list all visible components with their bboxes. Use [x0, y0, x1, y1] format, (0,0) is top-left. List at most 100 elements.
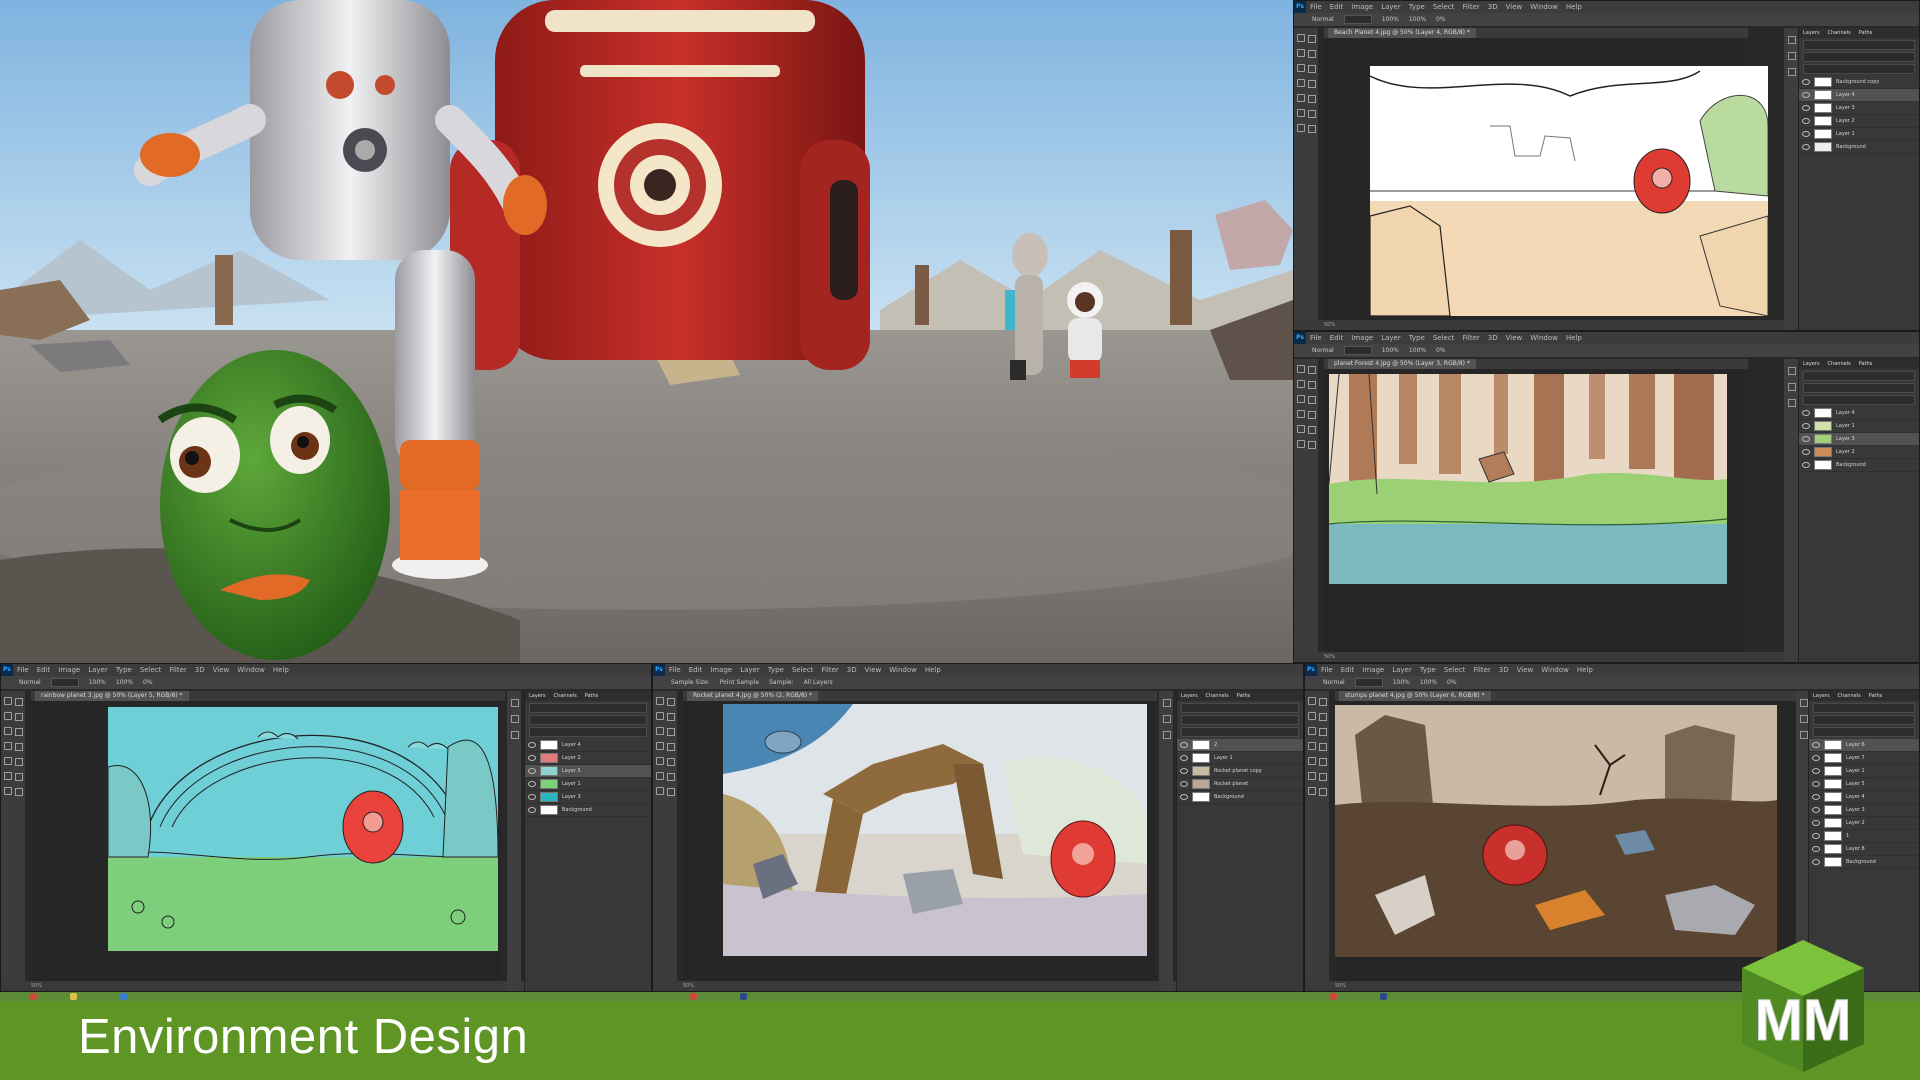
layer-row[interactable]: Layer 3 [1809, 804, 1919, 817]
layer-row[interactable]: Layer 2 [1799, 446, 1919, 459]
layer-row[interactable]: Layer 2 [1799, 115, 1919, 128]
eraser-tool-icon[interactable] [4, 757, 12, 765]
adjust-icon[interactable] [1788, 68, 1796, 76]
menu-view[interactable]: View [1506, 334, 1523, 342]
move-tool-icon[interactable] [1297, 34, 1305, 42]
text-tool-icon[interactable] [1319, 773, 1327, 781]
layer-row[interactable]: Background [1809, 856, 1919, 869]
menu-image[interactable]: Image [710, 666, 732, 674]
marquee-tool-icon[interactable] [15, 698, 23, 706]
tab-paths[interactable]: Paths [1859, 30, 1873, 36]
brush-tool-icon[interactable] [656, 742, 664, 750]
menu-file[interactable]: File [669, 666, 681, 674]
move-tool-icon[interactable] [1297, 365, 1305, 373]
opacity-value[interactable]: 100% [1382, 16, 1399, 23]
mode-field[interactable] [50, 678, 79, 687]
zoom-tool-icon[interactable] [1308, 125, 1316, 133]
menu-file[interactable]: File [1321, 666, 1333, 674]
stamp-tool-icon[interactable] [1308, 80, 1316, 88]
taskbar-app-icon[interactable] [740, 993, 747, 1000]
taskbar-app-icon[interactable] [690, 993, 697, 1000]
layer-row[interactable]: Layer 1 [525, 778, 651, 791]
layer-row[interactable]: Layer 2 [525, 752, 651, 765]
document-tab[interactable]: Rocket planet 4.jpg @ 50% (2, RGB/8) * [687, 691, 819, 701]
layer-row[interactable]: Layer 4 [1809, 791, 1919, 804]
eraser-tool-icon[interactable] [1297, 425, 1305, 433]
visibility-eye-icon[interactable] [1812, 859, 1820, 865]
layer-row-selected[interactable]: Layer 3 [1799, 433, 1919, 446]
menu-filter[interactable]: Filter [1462, 3, 1479, 11]
smoothing-value[interactable]: 0% [1436, 16, 1446, 23]
visibility-eye-icon[interactable] [1802, 118, 1810, 124]
menu-edit[interactable]: Edit [1330, 334, 1344, 342]
visibility-eye-icon[interactable] [1180, 768, 1188, 774]
visibility-eye-icon[interactable] [1812, 846, 1820, 852]
stamp-tool-icon[interactable] [667, 743, 675, 751]
text-tool-icon[interactable] [1308, 441, 1316, 449]
document-tab[interactable]: planet Forest 4.jpg @ 50% (Layer 3, RGB/… [1328, 359, 1476, 369]
wand-tool-icon[interactable] [15, 713, 23, 721]
eraser-tool-icon[interactable] [656, 757, 664, 765]
document-tab[interactable]: rainbow planet 3.jpg @ 50% (Layer 5, RGB… [35, 691, 189, 701]
menu-edit[interactable]: Edit [689, 666, 703, 674]
mode-label[interactable]: Normal [1312, 347, 1334, 354]
crop-tool-icon[interactable] [4, 727, 12, 735]
visibility-eye-icon[interactable] [1802, 436, 1810, 442]
layer-row[interactable]: Layer 1 [1809, 765, 1919, 778]
tab-layers[interactable]: Layers [1803, 30, 1820, 36]
visibility-eye-icon[interactable] [528, 768, 536, 774]
document-tab[interactable]: Beach Planet 4.jpg @ 50% (Layer 4, RGB/8… [1328, 28, 1476, 38]
taskbar-app-icon[interactable] [1380, 993, 1387, 1000]
visibility-eye-icon[interactable] [528, 794, 536, 800]
menu-image[interactable]: Image [1362, 666, 1384, 674]
visibility-eye-icon[interactable] [1812, 807, 1820, 813]
adjust-icon[interactable] [1800, 731, 1808, 739]
visibility-eye-icon[interactable] [1812, 833, 1820, 839]
menu-3d[interactable]: 3D [1499, 666, 1509, 674]
visibility-eye-icon[interactable] [1802, 410, 1810, 416]
menu-3d[interactable]: 3D [195, 666, 205, 674]
rocket-planet-canvas[interactable] [723, 704, 1147, 956]
lock-controls[interactable] [1803, 395, 1915, 405]
blend-mode-select[interactable] [1803, 383, 1915, 393]
tab-layers[interactable]: Layers [1813, 693, 1830, 699]
layer-filter[interactable] [1803, 40, 1915, 50]
tab-channels[interactable]: Channels [1838, 693, 1861, 699]
eyedropper-tool-icon[interactable] [1308, 396, 1316, 404]
layer-row[interactable]: Layer 3 [525, 791, 651, 804]
menu-file[interactable]: File [17, 666, 29, 674]
menu-filter[interactable]: Filter [1473, 666, 1490, 674]
gradient-tool-icon[interactable] [667, 758, 675, 766]
lasso-tool-icon[interactable] [1297, 380, 1305, 388]
visibility-eye-icon[interactable] [1812, 794, 1820, 800]
forest-canvas[interactable] [1329, 374, 1727, 584]
hand-tool-icon[interactable] [1297, 124, 1305, 132]
layer-row-selected[interactable]: Layer 5 [525, 765, 651, 778]
opacity-value[interactable]: 100% [1393, 679, 1410, 686]
brush-tool-icon[interactable] [1297, 79, 1305, 87]
menu-window[interactable]: Window [237, 666, 265, 674]
layer-row[interactable]: Rocket planet copy [1177, 765, 1303, 778]
visibility-eye-icon[interactable] [1180, 755, 1188, 761]
properties-icon[interactable] [1800, 715, 1808, 723]
tab-channels[interactable]: Channels [554, 693, 577, 699]
visibility-eye-icon[interactable] [1180, 794, 1188, 800]
opacity-value[interactable]: 100% [89, 679, 106, 686]
tab-layers[interactable]: Layers [1803, 361, 1820, 367]
flow-value[interactable]: 100% [1409, 16, 1426, 23]
layer-row-selected[interactable]: 2 [1177, 739, 1303, 752]
visibility-eye-icon[interactable] [1802, 131, 1810, 137]
menu-help[interactable]: Help [1566, 3, 1582, 11]
visibility-eye-icon[interactable] [1812, 768, 1820, 774]
layer-row[interactable]: Background [1799, 141, 1919, 154]
tab-paths[interactable]: Paths [1237, 693, 1251, 699]
layer-row-selected[interactable]: Layer 6 [1809, 739, 1919, 752]
menu-filter[interactable]: Filter [169, 666, 186, 674]
menu-window[interactable]: Window [1541, 666, 1569, 674]
opacity-value[interactable]: 100% [1382, 347, 1399, 354]
history-icon[interactable] [1788, 36, 1796, 44]
mode-field[interactable] [1343, 15, 1372, 24]
layer-row[interactable]: Layer 7 [1809, 752, 1919, 765]
move-tool-icon[interactable] [4, 697, 12, 705]
layer-row-selected[interactable]: Layer 4 [1799, 89, 1919, 102]
